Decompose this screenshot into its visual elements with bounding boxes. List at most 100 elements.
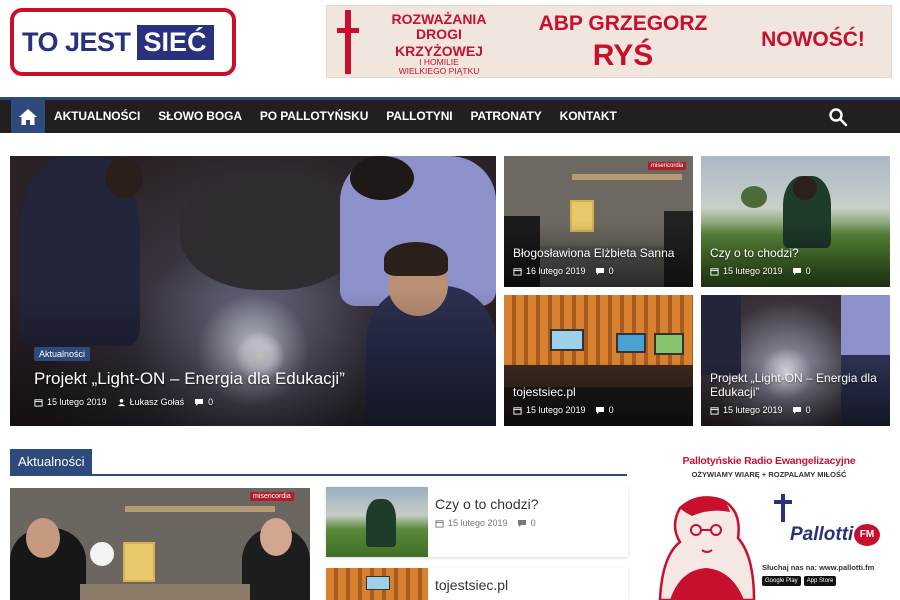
post-comments[interactable]: 0 (531, 518, 536, 528)
search-icon[interactable] (828, 107, 848, 127)
sidebar-radio-ad[interactable]: Pallotyńskie Radio Ewangelizacyjne OŻYWI… (650, 450, 888, 600)
nav-item-po-pallotynsku[interactable]: PO PALLOTYŃSKU (251, 100, 377, 133)
app-store-badge[interactable]: App Store (803, 576, 837, 586)
banner-new-badge: NOWOŚĆ! (761, 28, 865, 51)
main-nav: AKTUALNOŚCI SŁOWO BOGA PO PALLOTYŃSKU PA… (0, 97, 900, 133)
comment-icon (792, 267, 801, 275)
post-meta: 15 lutego 2019 0 (513, 405, 614, 415)
photo-figure (260, 518, 292, 556)
post-date[interactable]: 15 lutego 2019 (723, 405, 783, 415)
nav-item-slowo-boga[interactable]: SŁOWO BOGA (149, 100, 251, 133)
post-title[interactable]: tojestsiec.pl (435, 577, 508, 593)
banner-author-last: RYŚ (592, 39, 654, 72)
photo-figure (384, 242, 448, 276)
post-title[interactable]: Projekt „Light-ON – Energia dla Edukacji… (34, 369, 474, 389)
header-banner-ad[interactable]: ROZWAŻANIA DROGI KRZYŻOWEJ I HOMILIE WIE… (326, 5, 892, 78)
logo-text-highlight: SIEĆ (136, 24, 214, 60)
photo-figure (366, 499, 396, 547)
watermark-label: misericordia (250, 492, 294, 501)
photo-figure (26, 518, 60, 558)
post-title[interactable]: Błogosławiona Elżbieta Sanna (513, 246, 689, 260)
post-date[interactable]: 15 lutego 2019 (448, 518, 508, 528)
photo-shelf (572, 174, 682, 180)
post-title[interactable]: Czy o to chodzi? (710, 246, 886, 260)
photo-shelf (125, 506, 275, 512)
comment-icon (195, 398, 204, 406)
photo-screen (550, 329, 584, 351)
comment-icon (595, 267, 604, 275)
radio-ad-title: Pallotyńskie Radio Ewangelizacyjne (682, 455, 856, 467)
post-author[interactable]: Łukasz Gołaś (130, 397, 185, 407)
calendar-icon (513, 406, 522, 415)
post-thumbnail[interactable] (326, 568, 428, 600)
calendar-icon (710, 267, 719, 276)
photo-figure (793, 176, 817, 200)
app-store-badges: Google Play App Store (762, 576, 837, 586)
post-comments[interactable]: 0 (208, 397, 213, 407)
comment-icon (792, 406, 801, 414)
banner-subtitle-2: WIELKIEGO PIĄTKU (398, 66, 480, 76)
watermark-label: misericordia (648, 162, 687, 170)
featured-main-post[interactable]: Aktualności Projekt „Light-ON – Energia … (10, 156, 496, 426)
photo-tree (741, 186, 767, 208)
post-title[interactable]: Projekt „Light-ON – Energia dla Edukacji… (710, 371, 888, 399)
post-comments[interactable]: 0 (806, 266, 811, 276)
featured-post-tile[interactable]: tojestsiec.pl 15 lutego 2019 0 (504, 295, 693, 426)
nav-item-patronaty[interactable]: PATRONATY (462, 100, 551, 133)
post-comments[interactable]: 0 (609, 266, 614, 276)
photo-picture (123, 542, 155, 582)
post-card[interactable]: tojestsiec.pl (326, 568, 628, 600)
calendar-icon (34, 398, 43, 407)
section-main-post-image[interactable]: misericordia (10, 488, 310, 600)
site-logo[interactable]: TO JEST SIEĆ (10, 8, 236, 76)
cross-icon (345, 10, 351, 74)
post-comments[interactable]: 0 (806, 405, 811, 415)
post-title[interactable]: Czy o to chodzi? (435, 496, 539, 512)
photo-desk (80, 584, 250, 600)
post-comments[interactable]: 0 (609, 405, 614, 415)
photo-screen (654, 333, 684, 355)
post-card[interactable]: Czy o to chodzi? 15 lutego 2019 0 (326, 487, 628, 557)
featured-post-tile[interactable]: Projekt „Light-ON – Energia dla Edukacji… (701, 295, 890, 426)
featured-post-tile[interactable]: misericordia Błogosławiona Elżbieta Sann… (504, 156, 693, 287)
photo-figure (105, 158, 143, 198)
photo-figure (841, 295, 890, 355)
photo-screen (616, 333, 646, 353)
post-thumbnail[interactable] (326, 487, 428, 557)
radio-ad-slogan: OŻYWIAMY WIARĘ + ROZPALAMY MIŁOŚĆ (691, 470, 847, 479)
post-meta: 15 lutego 2019 Łukasz Gołaś 0 (34, 397, 213, 407)
post-date[interactable]: 16 lutego 2019 (526, 266, 586, 276)
category-badge[interactable]: Aktualności (34, 347, 91, 361)
comment-icon (595, 406, 604, 414)
cross-bar (337, 28, 359, 33)
radio-brand: Pallotti (790, 524, 854, 545)
photo-screen (366, 576, 390, 590)
nav-item-aktualnosci[interactable]: AKTUALNOŚCI (45, 100, 149, 133)
post-meta: 16 lutego 2019 0 (513, 266, 614, 276)
portrait-illustration (658, 496, 756, 600)
post-title[interactable]: tojestsiec.pl (513, 385, 689, 399)
post-date[interactable]: 15 lutego 2019 (47, 397, 107, 407)
post-meta: 15 lutego 2019 0 (435, 518, 536, 528)
photo-figure (350, 156, 414, 200)
radio-listen-text[interactable]: Słuchaj nas na: www.pallotti.fm (762, 563, 874, 572)
logo-text: TO JEST (22, 26, 131, 57)
photo-figure (180, 170, 360, 290)
post-date[interactable]: 15 lutego 2019 (526, 405, 586, 415)
google-play-badge[interactable]: Google Play (762, 576, 801, 586)
nav-item-kontakt[interactable]: KONTAKT (551, 100, 626, 133)
post-meta: 15 lutego 2019 0 (710, 405, 811, 415)
banner-title: ROZWAŻANIA DROGI (391, 11, 487, 42)
post-meta: 15 lutego 2019 0 (710, 266, 811, 276)
home-button[interactable] (11, 100, 45, 133)
calendar-icon (710, 406, 719, 415)
nav-item-pallotyni[interactable]: PALLOTYNI (377, 100, 461, 133)
pallotti-cross-icon (774, 494, 792, 522)
section-title[interactable]: Aktualności (10, 449, 93, 474)
banner-author-first: ABP GRZEGORZ (538, 12, 708, 35)
user-icon (117, 398, 125, 406)
page: TO JEST SIEĆ ROZWAŻANIA DROGI KRZYŻOWEJ … (0, 0, 900, 600)
comment-icon (517, 519, 526, 527)
post-date[interactable]: 15 lutego 2019 (723, 266, 783, 276)
featured-post-tile[interactable]: Czy o to chodzi? 15 lutego 2019 0 (701, 156, 890, 287)
